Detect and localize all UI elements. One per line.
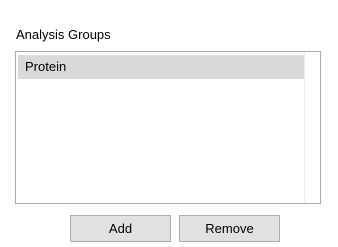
listbox-scrollbar[interactable] — [304, 52, 320, 203]
analysis-groups-listbox[interactable]: Protein — [15, 51, 321, 204]
list-item-label: Protein — [25, 59, 67, 74]
analysis-groups-panel: Analysis Groups Protein Add Remove — [0, 0, 338, 247]
analysis-groups-label: Analysis Groups — [16, 27, 111, 42]
remove-button[interactable]: Remove — [179, 215, 280, 242]
list-item-protein[interactable]: Protein — [18, 55, 306, 79]
add-button[interactable]: Add — [70, 215, 171, 242]
